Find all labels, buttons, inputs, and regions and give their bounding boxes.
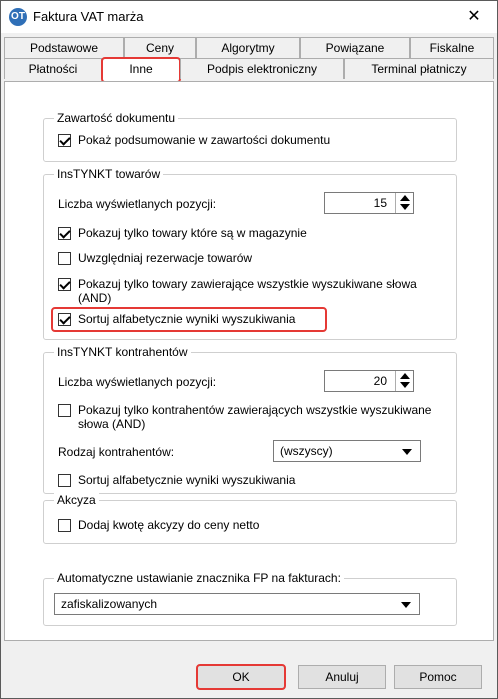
- tab-row-2: Płatności Inne Podpis elektroniczny Term…: [4, 57, 494, 83]
- tab-inne[interactable]: Inne: [101, 57, 181, 83]
- tab-platnosci[interactable]: Płatności: [4, 58, 102, 79]
- sort-alpha-contractors-checkbox[interactable]: Sortuj alfabetycznie wyniki wyszukiwania: [58, 473, 295, 487]
- checkbox-label: Pokazuj tylko kontrahentów zawierających…: [78, 403, 432, 431]
- cancel-button[interactable]: Anuluj: [298, 665, 386, 689]
- group-legend: Zawartość dokumentu: [54, 111, 179, 125]
- tab-terminal-platniczy[interactable]: Terminal płatniczy: [344, 58, 494, 79]
- spinner-arrows[interactable]: [395, 193, 413, 213]
- checkbox-box[interactable]: [58, 313, 71, 326]
- only-in-stock-checkbox[interactable]: Pokazuj tylko towary które są w magazyni…: [58, 226, 307, 240]
- checkbox-label: Sortuj alfabetycznie wyniki wyszukiwania: [78, 473, 296, 487]
- reservations-checkbox[interactable]: Uwzględniaj rezerwacje towarów: [58, 251, 252, 265]
- tab-algorytmy[interactable]: Algorytmy: [196, 37, 300, 58]
- group-zawartosc-dokumentu: Zawartość dokumentu Pokaż podsumowanie w…: [43, 111, 457, 162]
- contractor-count-spinner[interactable]: 20: [324, 370, 414, 392]
- arrow-down-icon[interactable]: [400, 204, 410, 210]
- contractor-type-select[interactable]: (wszyscy): [273, 440, 421, 462]
- tab-podpis-elektroniczny[interactable]: Podpis elektroniczny: [180, 58, 344, 79]
- chevron-down-icon[interactable]: [401, 602, 411, 608]
- show-summary-checkbox[interactable]: Pokaż podsumowanie w zawartości dokument…: [58, 133, 330, 147]
- tab-ceny[interactable]: Ceny: [124, 37, 196, 58]
- group-legend: InsTYNKT towarów: [54, 167, 164, 181]
- title-bar: OT Faktura VAT marża ✕: [1, 1, 497, 33]
- tab-row-1: Podstawowe Ceny Algorytmy Powiązane Fisk…: [4, 37, 494, 58]
- item-count-label: Liczba wyświetlanych pozycji:: [58, 197, 217, 211]
- arrow-up-icon[interactable]: [400, 195, 410, 201]
- spinner-arrows[interactable]: [395, 371, 413, 391]
- checkbox-box[interactable]: [58, 278, 71, 291]
- arrow-up-icon[interactable]: [400, 373, 410, 379]
- group-legend: InsTYNKT kontrahentów: [54, 345, 191, 359]
- tab-fiskalne[interactable]: Fiskalne: [410, 37, 494, 58]
- checkbox-box[interactable]: [58, 227, 71, 240]
- tab-powiazane[interactable]: Powiązane: [300, 37, 410, 58]
- select-value: (wszyscy): [280, 444, 333, 458]
- all-words-contractors-checkbox[interactable]: Pokazuj tylko kontrahentów zawierających…: [58, 403, 438, 431]
- group-instynkt-kontrahentow: InsTYNKT kontrahentów Liczba wyświetlany…: [43, 345, 457, 494]
- ok-button[interactable]: OK: [196, 664, 286, 690]
- checkbox-label: Pokazuj tylko towary zawierające wszystk…: [78, 277, 417, 305]
- add-excise-checkbox[interactable]: Dodaj kwotę akcyzy do ceny netto: [58, 518, 259, 532]
- group-fp-marker: Automatyczne ustawianie znacznika FP na …: [43, 571, 457, 626]
- checkbox-box[interactable]: [58, 252, 71, 265]
- group-legend: Automatyczne ustawianie znacznika FP na …: [54, 571, 344, 585]
- checkbox-box[interactable]: [58, 134, 71, 147]
- all-words-goods-checkbox[interactable]: Pokazuj tylko towary zawierające wszystk…: [58, 277, 438, 305]
- contractor-count-label: Liczba wyświetlanych pozycji:: [58, 375, 217, 389]
- chevron-down-icon[interactable]: [402, 449, 412, 455]
- checkbox-label: Sortuj alfabetycznie wyniki wyszukiwania: [78, 312, 296, 326]
- contractor-type-label: Rodzaj kontrahentów:: [58, 445, 175, 459]
- checkbox-box[interactable]: [58, 404, 71, 417]
- group-instynkt-towarow: InsTYNKT towarów Liczba wyświetlanych po…: [43, 167, 457, 340]
- checkbox-box[interactable]: [58, 519, 71, 532]
- tab-page-inne: Zawartość dokumentu Pokaż podsumowanie w…: [4, 81, 494, 641]
- tab-podstawowe[interactable]: Podstawowe: [4, 37, 124, 58]
- arrow-down-icon[interactable]: [400, 382, 410, 388]
- checkbox-label: Dodaj kwotę akcyzy do ceny netto: [78, 518, 260, 532]
- app-logo-icon: OT: [9, 8, 27, 26]
- group-akcyza: Akcyza Dodaj kwotę akcyzy do ceny netto: [43, 493, 457, 544]
- checkbox-box[interactable]: [58, 474, 71, 487]
- fp-marker-select[interactable]: zafiskalizowanych: [54, 593, 420, 615]
- checkbox-label: Uwzględniaj rezerwacje towarów: [78, 251, 253, 265]
- window-title: Faktura VAT marża: [33, 9, 144, 24]
- dialog-window: OT Faktura VAT marża ✕ Podstawowe Ceny A…: [0, 0, 498, 699]
- spinner-value: 15: [373, 196, 387, 210]
- checkbox-label: Pokazuj tylko towary które są w magazyni…: [78, 226, 307, 240]
- help-button[interactable]: Pomoc: [394, 665, 482, 689]
- spinner-value: 20: [373, 374, 387, 388]
- group-legend: Akcyza: [54, 493, 99, 507]
- sort-alpha-goods-checkbox[interactable]: Sortuj alfabetycznie wyniki wyszukiwania: [51, 307, 327, 332]
- close-icon[interactable]: ✕: [451, 1, 497, 33]
- select-value: zafiskalizowanych: [61, 597, 158, 611]
- item-count-spinner[interactable]: 15: [324, 192, 414, 214]
- checkbox-label: Pokaż podsumowanie w zawartości dokument…: [78, 133, 331, 147]
